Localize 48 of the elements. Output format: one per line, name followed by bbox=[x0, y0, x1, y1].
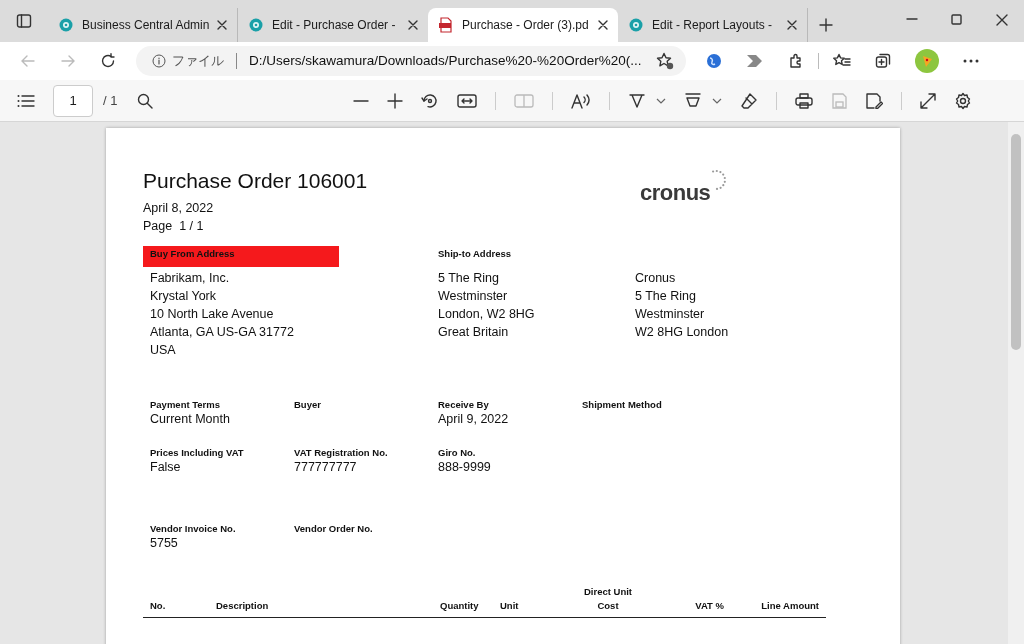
address-line: W2 8HG London bbox=[635, 324, 729, 341]
column-header: VAT % bbox=[695, 599, 724, 613]
column-header: Direct Unit Cost bbox=[582, 585, 633, 613]
field-label: Vendor Invoice No. bbox=[150, 523, 237, 535]
page-number-field[interactable]: 1 bbox=[53, 84, 93, 117]
address-line: Atlanta, GA US-GA 31772 bbox=[150, 324, 295, 341]
address-field[interactable]: ファイル D:/Users/skawamura/Downloads/Purchase%20-%20Order%20(... bbox=[136, 46, 686, 76]
scheme-label: ファイル bbox=[172, 52, 224, 71]
address-line: Cronus bbox=[635, 270, 677, 287]
column-header: Line Amount bbox=[761, 599, 819, 613]
column-header: No. bbox=[150, 599, 166, 613]
field-value: 777777777 bbox=[294, 459, 358, 476]
field-label: Vendor Order No. bbox=[294, 523, 374, 535]
logo-text: cronus bbox=[640, 180, 711, 205]
browser-tab[interactable]: Purchase - Order (3).pd bbox=[428, 8, 618, 42]
address-heading: Ship-to Address bbox=[438, 247, 512, 261]
field-value: 888-9999 bbox=[438, 459, 492, 476]
document-date: April 8, 2022 bbox=[143, 200, 215, 217]
field-label: Prices Including VAT bbox=[150, 447, 245, 459]
address-line: 10 North Lake Avenue bbox=[150, 306, 275, 323]
address-line: Westminster bbox=[438, 288, 509, 305]
field-label: Giro No. bbox=[438, 447, 477, 459]
field-label: Shipment Method bbox=[582, 399, 663, 411]
browser-tab[interactable]: Edit - Purchase Order - bbox=[238, 8, 428, 42]
address-line: Fabrikam, Inc. bbox=[150, 270, 231, 287]
page-count: / 1 bbox=[103, 91, 118, 110]
document-title: Purchase Order 106001 bbox=[143, 168, 369, 194]
address-line: Krystal York bbox=[150, 288, 217, 305]
column-header: Unit bbox=[500, 599, 519, 613]
field-value: April 9, 2022 bbox=[438, 411, 510, 428]
address-line: USA bbox=[150, 342, 177, 359]
field-label: Buyer bbox=[294, 399, 322, 411]
address-line: 5 The Ring bbox=[438, 270, 500, 287]
field-label: Receive By bbox=[438, 399, 490, 411]
address-line: Westminster bbox=[635, 306, 706, 323]
field-value: Current Month bbox=[150, 411, 231, 428]
field-label: VAT Registration No. bbox=[294, 447, 389, 459]
field-label: Payment Terms bbox=[150, 399, 222, 411]
address-heading: Buy From Address bbox=[143, 246, 339, 267]
field-value: False bbox=[150, 459, 182, 476]
field-value: 5755 bbox=[150, 535, 179, 552]
page-indicator: Page 1 / 1 bbox=[143, 218, 205, 235]
address-line: London, W2 8HG bbox=[438, 306, 536, 323]
column-header: Quantity bbox=[440, 599, 479, 613]
url-text: D:/Users/skawamura/Downloads/Purchase%20-%20Order%20(... bbox=[249, 51, 643, 70]
address-line: Great Britain bbox=[438, 324, 510, 341]
address-line: 5 The Ring bbox=[635, 288, 697, 305]
column-header: Description bbox=[216, 599, 269, 613]
